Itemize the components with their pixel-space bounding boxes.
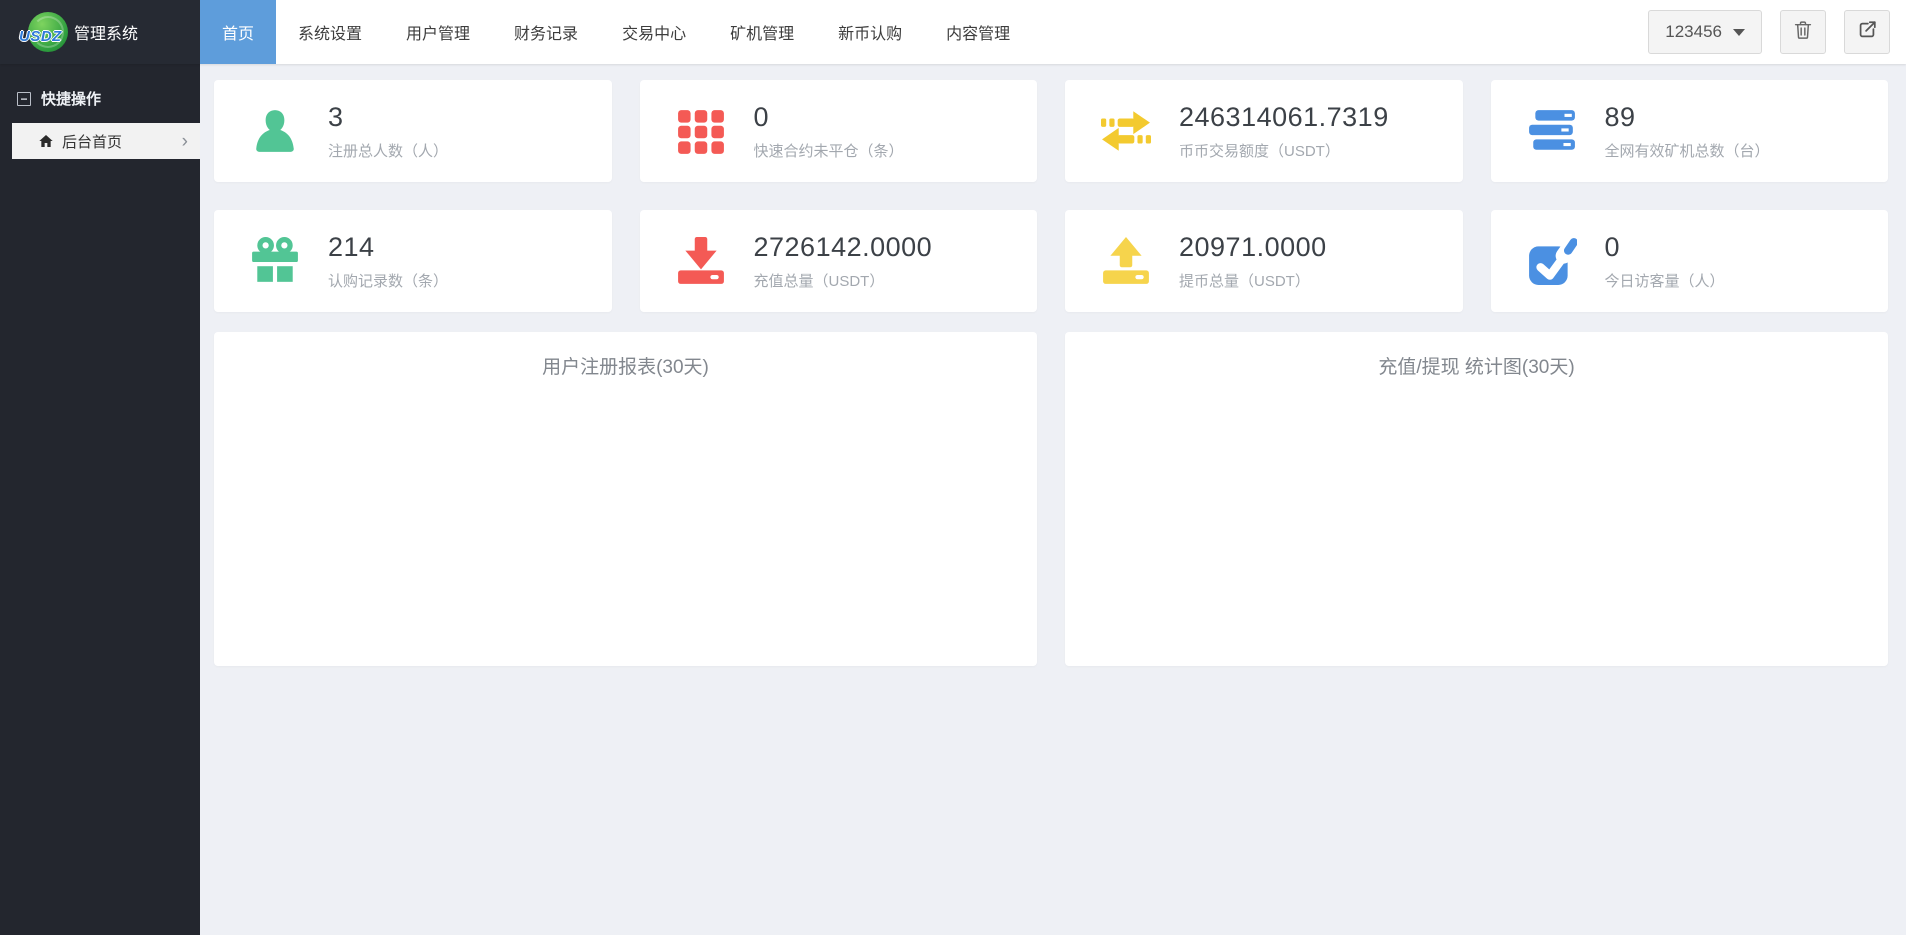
- user-dropdown[interactable]: 123456: [1648, 10, 1762, 54]
- stat-card-total-withdraw: 20971.0000 提币总量（USDT）: [1065, 210, 1463, 312]
- stat-value: 0: [1605, 232, 1725, 263]
- server-icon: [1527, 106, 1577, 156]
- chevron-right-icon: ›: [182, 132, 188, 151]
- user-icon: [250, 106, 300, 156]
- sidebar-item-backend-home[interactable]: 后台首页 ›: [12, 123, 200, 159]
- logout-button[interactable]: [1844, 10, 1890, 54]
- exchange-icon: [1101, 106, 1151, 156]
- panel-user-registration-chart: 用户注册报表(30天): [214, 332, 1037, 666]
- stat-card-registered-users: 3 注册总人数（人）: [214, 80, 612, 182]
- stat-value: 2726142.0000: [754, 232, 933, 263]
- gift-icon: [250, 236, 300, 286]
- stat-value: 3: [328, 102, 448, 133]
- stat-label: 充值总量（USDT）: [754, 270, 933, 291]
- stat-card-open-contracts: 0 快速合约未平仓（条）: [640, 80, 1038, 182]
- tab-user-management[interactable]: 用户管理: [384, 0, 492, 64]
- panel-title: 用户注册报表(30天): [214, 352, 1037, 379]
- logout-icon: [1856, 19, 1878, 46]
- stat-label: 注册总人数（人）: [328, 140, 448, 161]
- stat-label: 认购记录数（条）: [328, 270, 448, 291]
- sidebar-section-quick-ops[interactable]: − 快捷操作: [0, 64, 200, 123]
- stat-card-subscription-records: 214 认购记录数（条）: [214, 210, 612, 312]
- stat-card-coin-trade-volume: 246314061.7319 币币交易额度（USDT）: [1065, 80, 1463, 182]
- stat-card-total-deposit: 2726142.0000 充值总量（USDT）: [640, 210, 1038, 312]
- download-icon: [676, 236, 726, 286]
- panel-title: 充值/提现 统计图(30天): [1065, 352, 1888, 379]
- stat-value: 246314061.7319: [1179, 102, 1389, 133]
- tab-content-management[interactable]: 内容管理: [924, 0, 1032, 64]
- app-title: 管理系统: [74, 20, 138, 44]
- grid-icon: [676, 106, 726, 156]
- tab-system-settings[interactable]: 系统设置: [276, 0, 384, 64]
- tab-home[interactable]: 首页: [200, 0, 276, 64]
- tab-finance-records[interactable]: 财务记录: [492, 0, 600, 64]
- tab-new-coin-subscription[interactable]: 新币认购: [816, 0, 924, 64]
- stat-value: 20971.0000: [1179, 232, 1327, 263]
- sidebar-item-label: 后台首页: [62, 131, 122, 152]
- stat-value: 0: [754, 102, 904, 133]
- stat-card-active-miners: 89 全网有效矿机总数（台）: [1491, 80, 1889, 182]
- main-nav: 首页 系统设置 用户管理 财务记录 交易中心 矿机管理 新币认购 内容管理: [200, 0, 1032, 64]
- collapse-minus-icon[interactable]: −: [17, 92, 31, 106]
- check-square-icon: [1527, 236, 1577, 286]
- user-dropdown-label: 123456: [1665, 22, 1722, 42]
- navbar-actions: 123456: [1648, 10, 1890, 54]
- stat-label: 快速合约未平仓（条）: [754, 140, 904, 161]
- app-logo: USDZ 管理系统: [0, 0, 200, 64]
- stat-label: 币币交易额度（USDT）: [1179, 140, 1389, 161]
- stat-card-today-visitors: 0 今日访客量（人）: [1491, 210, 1889, 312]
- stat-label: 全网有效矿机总数（台）: [1605, 140, 1770, 161]
- stat-label: 提币总量（USDT）: [1179, 270, 1327, 291]
- clear-cache-button[interactable]: [1780, 10, 1826, 54]
- home-icon: [38, 133, 54, 149]
- stat-value: 89: [1605, 102, 1770, 133]
- dashboard-content: 3 注册总人数（人） 0 快速合约未平仓（条）: [200, 64, 1906, 935]
- chart-panels: 用户注册报表(30天) 充值/提现 统计图(30天): [214, 332, 1888, 666]
- logo-text: USDZ: [19, 28, 62, 45]
- caret-down-icon: [1733, 29, 1745, 36]
- globe-logo-icon: USDZ: [28, 12, 68, 52]
- sidebar-section-label: 快捷操作: [41, 88, 101, 109]
- upload-icon: [1101, 236, 1151, 286]
- sidebar: − 快捷操作 后台首页 ›: [0, 64, 200, 935]
- tab-miner-management[interactable]: 矿机管理: [708, 0, 816, 64]
- stat-cards-grid: 3 注册总人数（人） 0 快速合约未平仓（条）: [214, 80, 1888, 312]
- tab-trade-center[interactable]: 交易中心: [600, 0, 708, 64]
- stat-label: 今日访客量（人）: [1605, 270, 1725, 291]
- top-navbar: USDZ 管理系统 首页 系统设置 用户管理 财务记录 交易中心 矿机管理 新币…: [0, 0, 1906, 64]
- stat-value: 214: [328, 232, 448, 263]
- panel-deposit-withdraw-chart: 充值/提现 统计图(30天): [1065, 332, 1888, 666]
- trash-icon: [1792, 19, 1814, 46]
